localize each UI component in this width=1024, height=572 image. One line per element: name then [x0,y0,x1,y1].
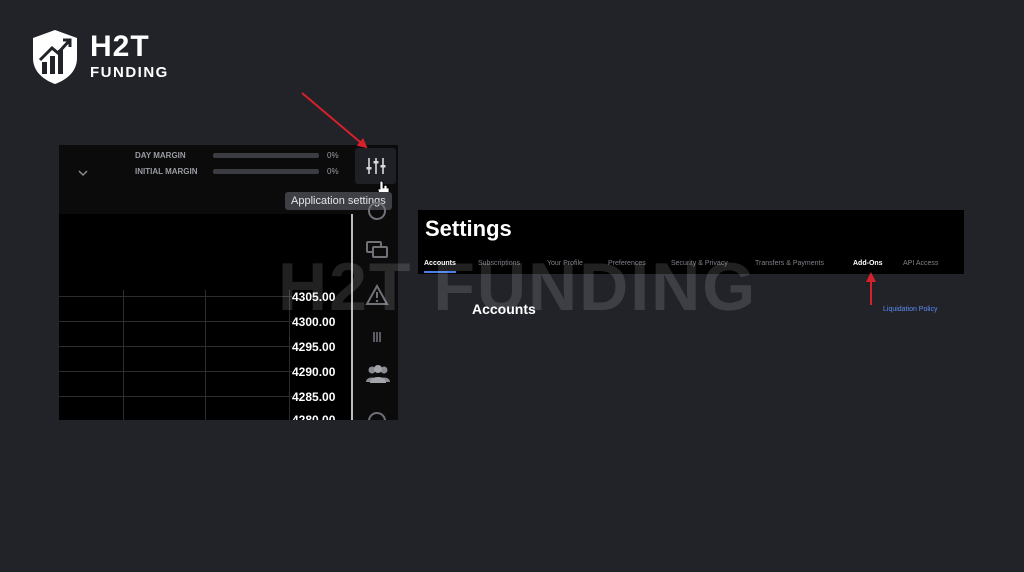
dom-grid [59,290,292,420]
price-level[interactable]: 4285.00 [292,390,348,404]
red-arrow-icon [301,92,368,149]
page-title: Settings [425,216,512,241]
circle-icon[interactable] [365,200,389,222]
application-settings-button[interactable] [355,148,396,184]
price-level[interactable]: 4280.00 [292,413,348,420]
tab-api-access[interactable]: API Access [903,260,938,267]
users-icon[interactable] [364,363,392,385]
sliders-icon [366,158,386,174]
shield-chart-logo-icon [33,30,77,84]
initial-margin-bar [213,169,319,174]
bars-icon[interactable] [365,326,389,348]
day-margin-label: DAY MARGIN [135,151,186,160]
brand-sub: FUNDING [90,64,169,81]
brand-name: H2T [90,30,150,63]
circle-icon[interactable] [365,410,389,420]
price-level[interactable]: 4290.00 [292,365,348,379]
day-margin-bar [213,153,319,158]
chevron-down-icon[interactable] [77,167,89,179]
liquidation-policy-link[interactable]: Liquidation Policy [883,306,937,313]
watermark: H2T FUNDING [278,249,758,325]
brand-logo: H2T FUNDING [30,28,190,88]
initial-margin-label: INITIAL MARGIN [135,167,198,176]
price-level[interactable]: 4295.00 [292,340,348,354]
initial-margin-value: 0% [327,167,339,176]
tab-transfers-payments[interactable]: Transfers & Payments [755,260,824,267]
tab-add-ons[interactable]: Add-Ons [853,260,883,267]
day-margin-value: 0% [327,151,339,160]
